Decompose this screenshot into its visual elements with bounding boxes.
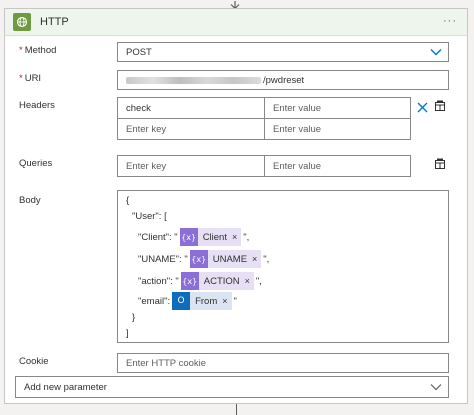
query-key-input[interactable]: Enter key (117, 155, 265, 177)
body-field-uname: "UNAME": " {x} UNAME × ", (138, 250, 269, 268)
variable-icon: {x} (180, 272, 199, 290)
dynamic-content-token[interactable]: {x} UNAME × (189, 250, 262, 268)
header-value-input[interactable]: Enter value (264, 118, 411, 140)
flow-connector-line (236, 404, 237, 415)
header-value-input[interactable]: Enter value (264, 97, 411, 119)
body-field-client: "Client": " {x} Client × ", (138, 228, 249, 246)
code-line: ] (126, 328, 129, 339)
add-parameter-dropdown[interactable]: Add new parameter (15, 376, 449, 398)
body-field-action: "action": " {x} ACTION × ", (138, 272, 262, 290)
remove-token-icon[interactable]: × (232, 232, 237, 242)
action-title: HTTP (40, 16, 69, 28)
variable-icon: {x} (189, 250, 208, 268)
header-key-input[interactable]: Enter key (117, 118, 265, 140)
delete-icon[interactable] (415, 100, 429, 114)
dynamic-content-token[interactable]: O From × (172, 292, 232, 310)
dynamic-content-token[interactable]: {x} Client × (179, 228, 242, 246)
code-line: } (132, 312, 136, 323)
uri-value: /pwdreset (263, 74, 305, 86)
body-editor[interactable]: { "User": [ "Client": " {x} Client × ", … (117, 190, 449, 343)
code-line: "User": [ (132, 211, 167, 222)
remove-token-icon[interactable]: × (222, 296, 227, 306)
code-line: { (126, 195, 130, 206)
method-value: POST (126, 46, 152, 58)
uri-input[interactable]: /pwdreset (117, 70, 449, 90)
remove-token-icon[interactable]: × (252, 254, 257, 264)
dynamic-content-token[interactable]: {x} ACTION × (180, 272, 254, 290)
method-select[interactable]: POST (117, 42, 449, 62)
queries-label: Queries (19, 158, 53, 169)
headers-label: Headers (19, 100, 55, 111)
chevron-down-icon (430, 384, 442, 391)
body-label: Body (19, 195, 41, 206)
redacted-uri-host (126, 76, 261, 84)
switch-to-text-mode-icon[interactable] (433, 157, 447, 171)
http-action-card: HTTP ··· * Method POST * URI /pwdreset Hea… (4, 8, 468, 404)
uri-label: * URI (19, 73, 42, 84)
query-value-input[interactable]: Enter value (264, 155, 411, 177)
chevron-down-icon (430, 48, 442, 56)
action-header[interactable]: HTTP ··· (5, 9, 467, 36)
remove-token-icon[interactable]: × (245, 276, 250, 286)
body-field-email: "email": O From × " (138, 292, 237, 310)
cookie-label: Cookie (19, 356, 49, 367)
header-key-input[interactable]: check (117, 97, 265, 119)
outlook-icon: O (172, 292, 191, 310)
switch-to-text-mode-icon[interactable] (433, 99, 447, 113)
cookie-input[interactable]: Enter HTTP cookie (117, 353, 449, 373)
add-parameter-label: Add new parameter (24, 381, 107, 393)
more-options-icon[interactable]: ··· (443, 16, 457, 27)
http-globe-icon (13, 13, 31, 31)
variable-icon: {x} (179, 228, 198, 246)
method-label: * Method (19, 45, 57, 56)
